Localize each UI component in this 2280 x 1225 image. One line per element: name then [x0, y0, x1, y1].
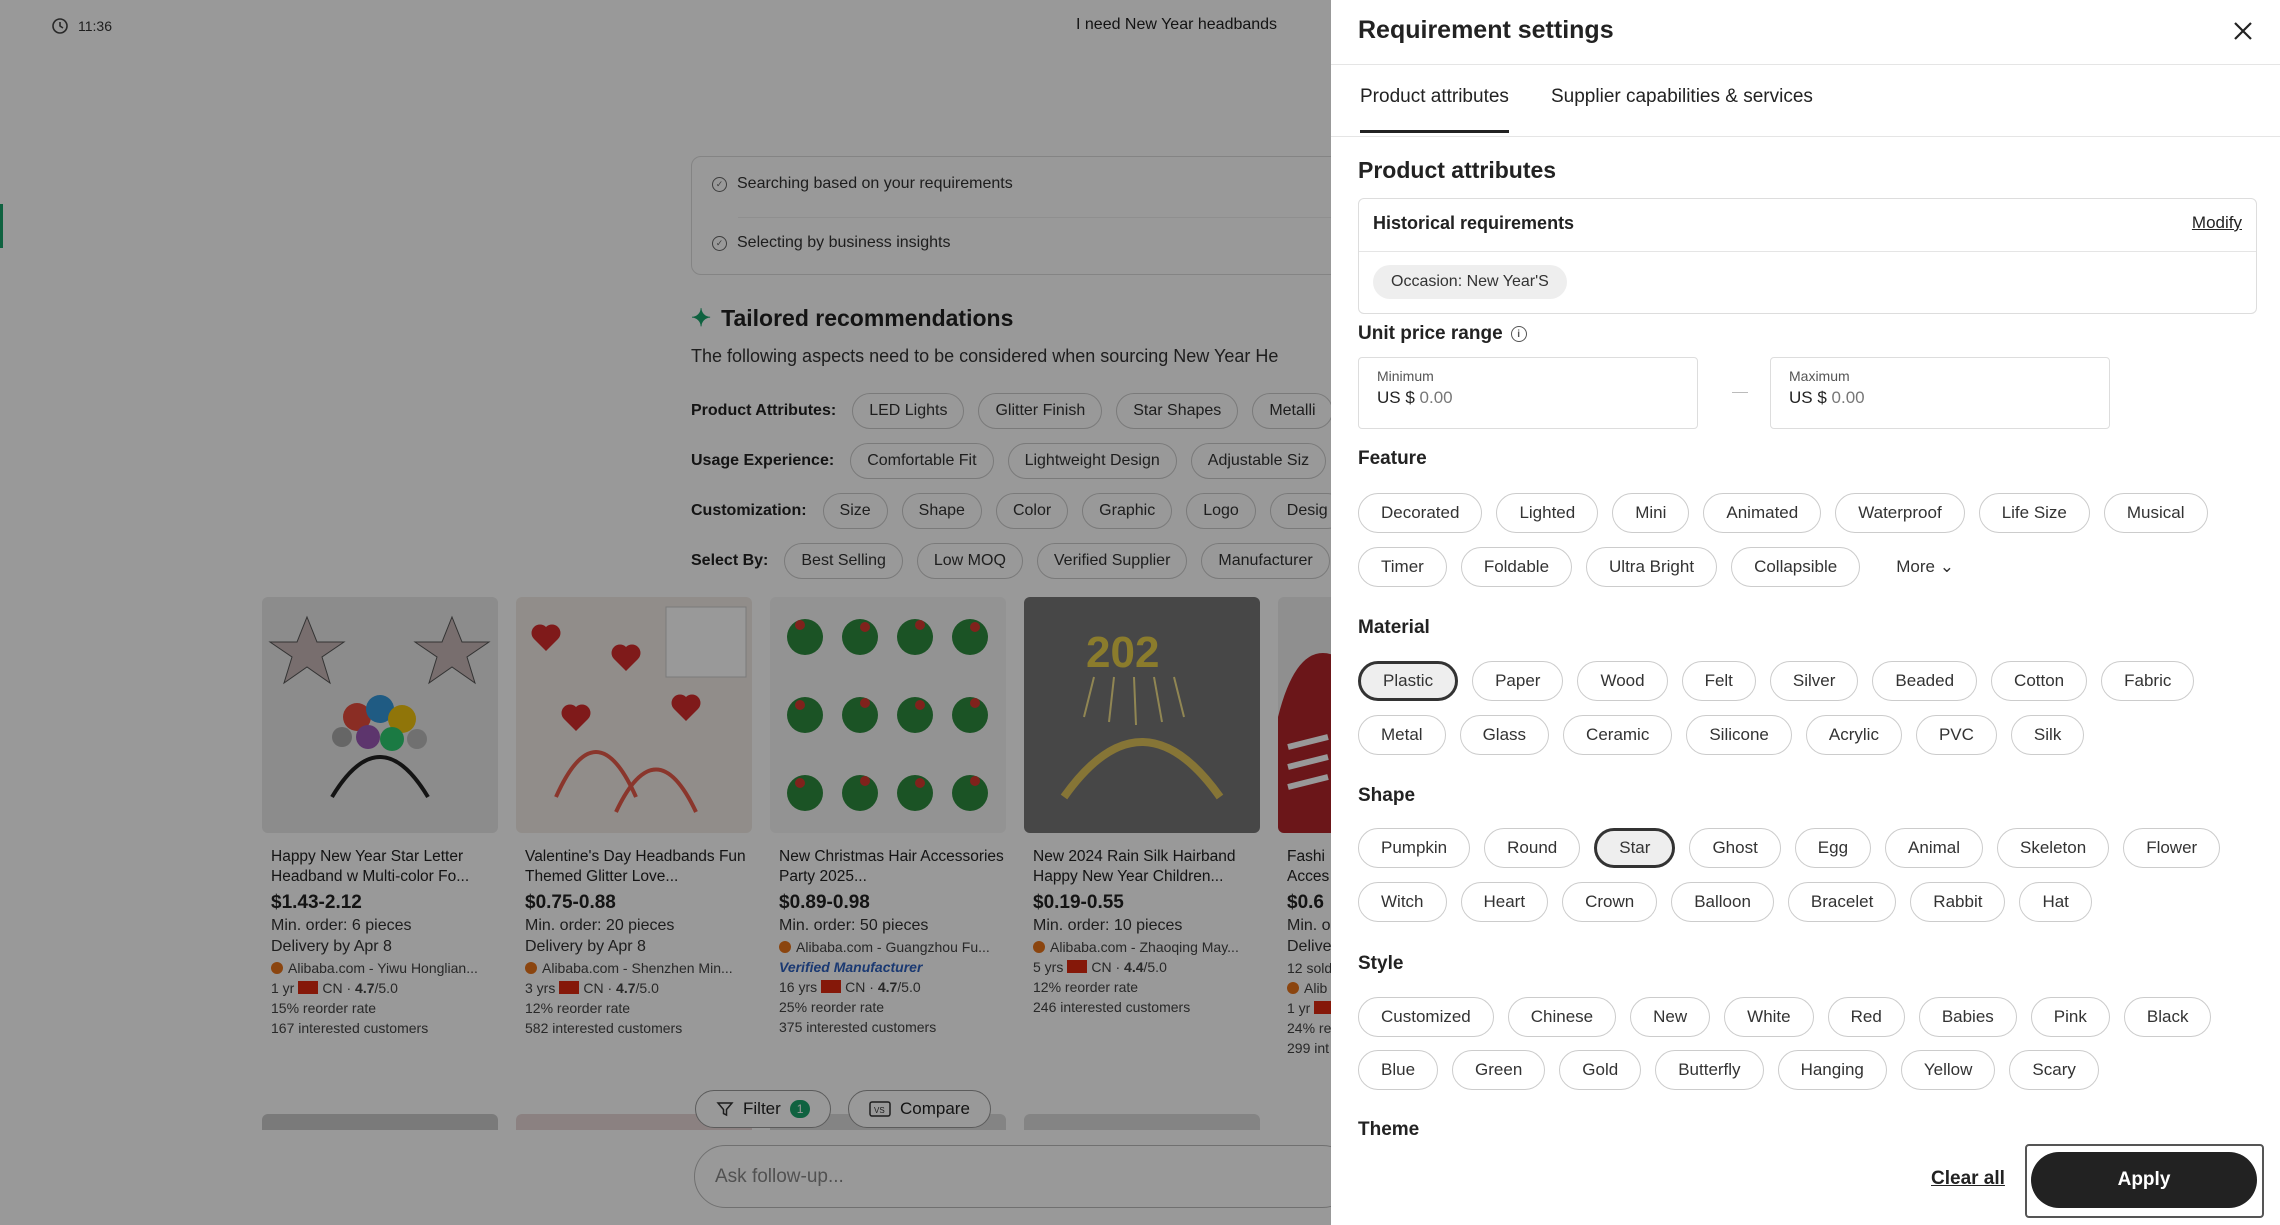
unit-price-label: Unit price range i	[1358, 323, 1527, 345]
style-chip[interactable]: Gold	[1559, 1050, 1642, 1090]
shape-chip[interactable]: Crown	[1562, 882, 1658, 922]
shape-chip[interactable]: Animal	[1885, 828, 1984, 868]
shape-chip[interactable]: Pumpkin	[1358, 828, 1471, 868]
panel-content[interactable]: Product attributes Historical requiremen…	[1358, 137, 2262, 1147]
shape-chip[interactable]: Round	[1484, 828, 1581, 868]
feature-chip[interactable]: Life Size	[1978, 493, 2090, 533]
clear-all-button[interactable]: Clear all	[1931, 1168, 2005, 1190]
feature-chip[interactable]: Foldable	[1460, 547, 1573, 587]
material-chip[interactable]: Plastic	[1358, 661, 1459, 701]
shape-chip[interactable]: Hat	[2019, 882, 2092, 922]
min-price-input[interactable]: Minimum US $ 0.00	[1358, 357, 1698, 429]
feature-chip[interactable]: Decorated	[1358, 493, 1483, 533]
style-chip[interactable]: Red	[1827, 997, 1905, 1037]
tab-supplier-capabilities[interactable]: Supplier capabilities & services	[1551, 86, 1813, 130]
style-row: Blue Green Gold Butterfly Hanging Yellow…	[1358, 1050, 2099, 1090]
feature-label: Feature	[1358, 448, 1427, 469]
feature-chip[interactable]: Musical	[2103, 493, 2208, 533]
material-chip[interactable]: Silk	[2010, 715, 2085, 755]
material-chip[interactable]: Beaded	[1872, 661, 1978, 701]
feature-row: Timer Foldable Ultra Bright Collapsible …	[1358, 547, 1976, 587]
close-icon	[2234, 22, 2252, 40]
max-price-input[interactable]: Maximum US $ 0.00	[1770, 357, 2110, 429]
feature-row: Decorated Lighted Mini Animated Waterpro…	[1358, 493, 2208, 533]
feature-chip[interactable]: Collapsible	[1731, 547, 1861, 587]
style-chip[interactable]: Black	[2123, 997, 2212, 1037]
style-chip[interactable]: Scary	[2009, 1050, 2099, 1090]
requirement-settings-panel: Requirement settings Product attributes …	[1331, 0, 2280, 1225]
shape-chip[interactable]: Star	[1594, 828, 1676, 868]
shape-chip[interactable]: Balloon	[1671, 882, 1774, 922]
historical-requirements: Historical requirements Modify Occasion:…	[1358, 198, 2257, 314]
section-title: Product attributes	[1358, 157, 1557, 183]
material-label: Material	[1358, 617, 1430, 638]
material-chip[interactable]: Silver	[1769, 661, 1859, 701]
material-chip[interactable]: Fabric	[2101, 661, 2195, 701]
feature-chip[interactable]: Ultra Bright	[1586, 547, 1718, 587]
shape-row: Witch Heart Crown Balloon Bracelet Rabbi…	[1358, 882, 2092, 922]
style-chip[interactable]: Blue	[1358, 1050, 1439, 1090]
shape-row: Pumpkin Round Star Ghost Egg Animal Skel…	[1358, 828, 2221, 868]
material-row: Plastic Paper Wood Felt Silver Beaded Co…	[1358, 661, 2195, 701]
style-chip[interactable]: Customized	[1358, 997, 1494, 1037]
feature-chip[interactable]: Animated	[1703, 493, 1822, 533]
material-chip[interactable]: Acrylic	[1805, 715, 1902, 755]
material-chip[interactable]: Wood	[1577, 661, 1668, 701]
shape-label: Shape	[1358, 785, 1416, 806]
more-button[interactable]: More ⌄	[1874, 547, 1976, 587]
shape-chip[interactable]: Ghost	[1689, 828, 1781, 868]
material-chip[interactable]: Metal	[1358, 715, 1446, 755]
material-chip[interactable]: Glass	[1459, 715, 1550, 755]
feature-chip[interactable]: Waterproof	[1835, 493, 1965, 533]
style-chip[interactable]: Green	[1452, 1050, 1546, 1090]
style-chip[interactable]: Yellow	[1900, 1050, 1996, 1090]
material-chip[interactable]: PVC	[1915, 715, 1997, 755]
apply-button[interactable]: Apply	[2031, 1152, 2257, 1208]
shape-chip[interactable]: Heart	[1460, 882, 1549, 922]
feature-chip[interactable]: Lighted	[1496, 493, 1599, 533]
feature-chip[interactable]: Timer	[1358, 547, 1447, 587]
shape-chip[interactable]: Witch	[1358, 882, 1447, 922]
close-button[interactable]	[2228, 16, 2258, 46]
theme-label: Theme	[1358, 1119, 1420, 1140]
chevron-down-icon: ⌄	[1939, 557, 1954, 576]
feature-chip[interactable]: Mini	[1612, 493, 1690, 533]
panel-title: Requirement settings	[1358, 16, 1614, 44]
tab-product-attributes[interactable]: Product attributes	[1360, 86, 1509, 133]
shape-chip[interactable]: Egg	[1794, 828, 1872, 868]
occasion-chip: Occasion: New Year'S	[1373, 265, 1567, 299]
shape-chip[interactable]: Flower	[2123, 828, 2221, 868]
material-row: Metal Glass Ceramic Silicone Acrylic PVC…	[1358, 715, 2085, 755]
style-label: Style	[1358, 953, 1404, 974]
style-chip[interactable]: Chinese	[1507, 997, 1617, 1037]
material-chip[interactable]: Paper	[1472, 661, 1564, 701]
style-chip[interactable]: White	[1724, 997, 1814, 1037]
historical-title: Historical requirements	[1373, 213, 1575, 233]
modify-link[interactable]: Modify	[2192, 213, 2242, 233]
style-chip[interactable]: New	[1630, 997, 1711, 1037]
material-chip[interactable]: Cotton	[1991, 661, 2088, 701]
style-chip[interactable]: Hanging	[1777, 1050, 1887, 1090]
style-chip[interactable]: Pink	[2030, 997, 2110, 1037]
shape-chip[interactable]: Skeleton	[1997, 828, 2110, 868]
material-chip[interactable]: Silicone	[1686, 715, 1792, 755]
style-chip[interactable]: Butterfly	[1655, 1050, 1764, 1090]
info-icon[interactable]: i	[1510, 326, 1527, 342]
modal-overlay[interactable]	[0, 0, 1331, 1225]
material-chip[interactable]: Ceramic	[1563, 715, 1673, 755]
shape-chip[interactable]: Bracelet	[1787, 882, 1897, 922]
style-chip[interactable]: Babies	[1918, 997, 2017, 1037]
material-chip[interactable]: Felt	[1681, 661, 1756, 701]
shape-chip[interactable]: Rabbit	[1910, 882, 2006, 922]
style-row: Customized Chinese New White Red Babies …	[1358, 997, 2212, 1037]
